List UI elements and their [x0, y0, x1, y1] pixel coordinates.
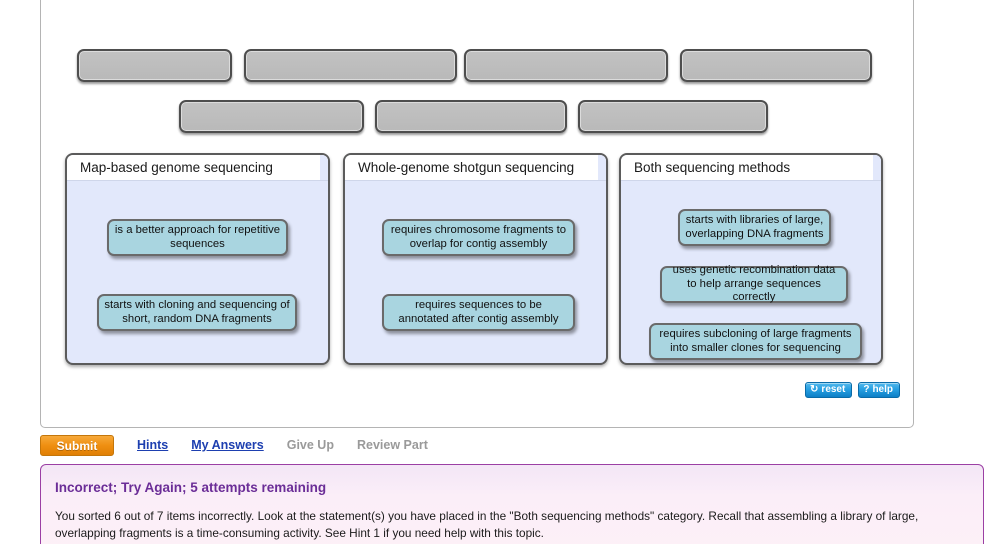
reset-button-label: reset — [821, 384, 846, 395]
exercise-tools: ↻ reset? help — [805, 382, 900, 398]
feedback-body: You sorted 6 out of 7 items incorrectly.… — [55, 509, 919, 540]
help-button[interactable]: ? help — [858, 382, 900, 398]
submit-bar: Submit Hints My Answers Give Up Review Part — [40, 434, 428, 456]
feedback-panel: Incorrect; Try Again; 5 attempts remaini… — [40, 464, 984, 544]
empty-slot-3[interactable] — [464, 49, 668, 82]
question-mark-icon: ? — [863, 384, 870, 395]
draggable-item[interactable]: requires chromosome fragments to overlap… — [382, 219, 575, 256]
category-dropzone-map-based[interactable]: is a better approach for repetitive sequ… — [67, 181, 328, 363]
category-title-map-based: Map-based genome sequencing — [67, 155, 328, 181]
exercise-panel: Map-based genome sequencing is a better a… — [40, 0, 914, 428]
draggable-item[interactable]: starts with libraries of large, overlapp… — [678, 209, 831, 246]
draggable-item[interactable]: uses genetic recombination data to help … — [660, 264, 848, 303]
category-both[interactable]: Both sequencing methods starts with libra… — [619, 153, 883, 365]
submit-button[interactable]: Submit — [40, 434, 114, 456]
circular-arrow-icon: ↻ — [810, 384, 819, 395]
draggable-item[interactable]: is a better approach for repetitive sequ… — [107, 219, 288, 256]
empty-slot-5[interactable] — [179, 100, 364, 133]
category-title-both: Both sequencing methods — [621, 155, 881, 181]
empty-slot-1[interactable] — [77, 49, 232, 82]
empty-slot-7[interactable] — [578, 100, 768, 133]
empty-slot-2[interactable] — [244, 49, 457, 82]
category-map-based[interactable]: Map-based genome sequencing is a better a… — [65, 153, 330, 365]
review-part-link: Review Part — [356, 438, 428, 452]
page-root: Map-based genome sequencing is a better a… — [0, 0, 988, 544]
empty-slot-6[interactable] — [375, 100, 567, 133]
bank-row-1 — [41, 49, 915, 83]
draggable-item[interactable]: requires subcloning of large fragments i… — [649, 323, 862, 360]
feedback-title: Incorrect; Try Again; 5 attempts remaini… — [55, 480, 327, 495]
draggable-item[interactable]: starts with cloning and sequencing of sh… — [97, 294, 297, 331]
my-answers-link[interactable]: My Answers — [191, 438, 263, 452]
submit-bar-links: Hints My Answers Give Up Review Part — [114, 438, 428, 452]
category-title-shotgun: Whole-genome shotgun sequencing — [345, 155, 606, 181]
reset-button[interactable]: ↻ reset — [805, 382, 853, 398]
hints-link[interactable]: Hints — [137, 438, 168, 452]
give-up-link: Give Up — [286, 438, 334, 452]
bank-row-2 — [41, 100, 915, 134]
draggable-item[interactable]: requires sequences to be annotated after… — [382, 294, 575, 331]
help-button-label: help — [872, 384, 893, 395]
category-shotgun[interactable]: Whole-genome shotgun sequencing requires … — [343, 153, 608, 365]
empty-slot-4[interactable] — [680, 49, 872, 82]
category-dropzone-both[interactable]: starts with libraries of large, overlapp… — [621, 181, 881, 363]
category-dropzone-shotgun[interactable]: requires chromosome fragments to overlap… — [345, 181, 606, 363]
category-columns: Map-based genome sequencing is a better a… — [41, 153, 915, 365]
